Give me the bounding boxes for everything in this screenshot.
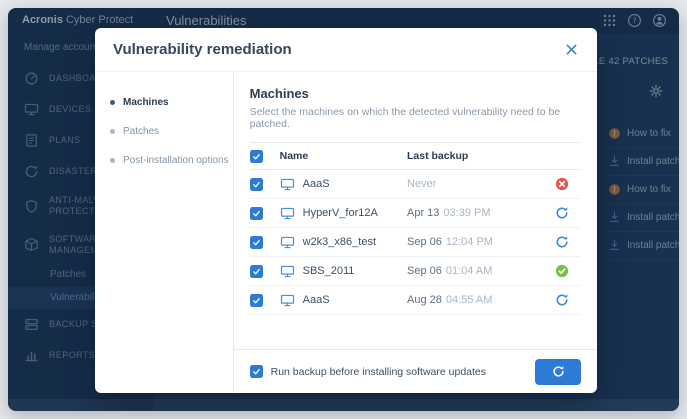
sync-icon xyxy=(552,365,565,378)
status-running-icon xyxy=(555,293,569,307)
modal-steps: Machines Patches Post-installation options xyxy=(95,72,234,393)
machine-icon xyxy=(280,264,295,279)
last-backup-date: Apr 13 xyxy=(407,207,439,219)
select-all-checkbox[interactable] xyxy=(250,150,263,163)
machine-name-cell: SBS_2011 xyxy=(280,264,407,279)
proceed-button[interactable] xyxy=(535,359,581,385)
modal-header: Vulnerability remediation xyxy=(95,28,597,72)
table-header: Name Last backup xyxy=(250,142,581,170)
machine-name: AaaS xyxy=(303,178,330,190)
column-last-backup: Last backup xyxy=(407,150,555,162)
last-backup-cell: Apr 13 03:39 PM xyxy=(407,207,555,219)
machines-table-body: AaaS Never HyperV_for12A Apr 13 03:39 PM w2k3… xyxy=(250,170,581,315)
step-dot xyxy=(110,129,115,134)
machine-name: SBS_2011 xyxy=(303,265,355,277)
status-running-icon xyxy=(555,235,569,249)
column-name: Name xyxy=(280,150,407,162)
step-patches[interactable]: Patches xyxy=(95,117,233,146)
step-label: Patches xyxy=(123,126,159,137)
machine-name-cell: AaaS xyxy=(280,177,407,192)
row-checkbox[interactable] xyxy=(250,265,263,278)
run-backup-label: Run backup before installing software up… xyxy=(271,366,486,378)
machine-icon xyxy=(280,293,295,308)
close-icon[interactable] xyxy=(564,42,579,57)
table-row[interactable]: AaaS Aug 28 04:55 AM xyxy=(250,286,581,315)
screen: AcronisCyber Protect Vulnerabilities ? M… xyxy=(0,0,687,419)
machine-icon xyxy=(280,206,295,221)
status-error-icon xyxy=(555,177,569,191)
machine-icon xyxy=(280,177,295,192)
machine-name: HyperV_for12A xyxy=(303,207,378,219)
run-backup-option: Run backup before installing software up… xyxy=(250,365,486,378)
machines-section: Machines Select the machines on which th… xyxy=(234,72,597,349)
row-checkbox[interactable] xyxy=(250,294,263,307)
row-checkbox[interactable] xyxy=(250,236,263,249)
machine-name: w2k3_x86_test xyxy=(303,236,376,248)
step-label: Machines xyxy=(123,97,169,108)
last-backup-time: 04:55 AM xyxy=(446,294,492,306)
machine-name-cell: AaaS xyxy=(280,293,407,308)
table-row[interactable]: AaaS Never xyxy=(250,170,581,199)
modal-title: Vulnerability remediation xyxy=(113,41,292,58)
last-backup-cell: Never xyxy=(407,178,555,190)
step-dot xyxy=(110,100,115,105)
last-backup-time: 03:39 PM xyxy=(443,207,490,219)
modal-body: Machines Patches Post-installation options… xyxy=(95,72,597,393)
modal-content: Machines Select the machines on which th… xyxy=(234,72,597,393)
last-backup-value: Never xyxy=(407,178,436,190)
step-post-installation-options[interactable]: Post-installation options xyxy=(95,146,233,175)
last-backup-date: Sep 06 xyxy=(407,236,442,248)
row-checkbox[interactable] xyxy=(250,207,263,220)
last-backup-date: Sep 06 xyxy=(407,265,442,277)
step-label: Post-installation options xyxy=(123,155,229,166)
step-machines[interactable]: Machines xyxy=(95,88,233,117)
last-backup-cell: Sep 06 01:04 AM xyxy=(407,265,555,277)
step-dot xyxy=(110,158,115,163)
section-heading: Machines xyxy=(250,86,581,101)
table-row[interactable]: SBS_2011 Sep 06 01:04 AM xyxy=(250,257,581,286)
status-ok-icon xyxy=(555,264,569,278)
row-checkbox[interactable] xyxy=(250,178,263,191)
machine-icon xyxy=(280,235,295,250)
last-backup-cell: Sep 06 12:04 PM xyxy=(407,236,555,248)
section-description: Select the machines on which the detecte… xyxy=(250,106,581,130)
app-window: AcronisCyber Protect Vulnerabilities ? M… xyxy=(8,8,679,411)
last-backup-date: Aug 28 xyxy=(407,294,442,306)
modal-footer: Run backup before installing software up… xyxy=(234,349,597,393)
last-backup-time: 01:04 AM xyxy=(446,265,492,277)
status-running-icon xyxy=(555,206,569,220)
last-backup-time: 12:04 PM xyxy=(446,236,493,248)
last-backup-cell: Aug 28 04:55 AM xyxy=(407,294,555,306)
vulnerability-remediation-modal: Vulnerability remediation Machines Patche… xyxy=(95,28,597,393)
machine-name-cell: HyperV_for12A xyxy=(280,206,407,221)
machine-name: AaaS xyxy=(303,294,330,306)
table-row[interactable]: w2k3_x86_test Sep 06 12:04 PM xyxy=(250,228,581,257)
table-row[interactable]: HyperV_for12A Apr 13 03:39 PM xyxy=(250,199,581,228)
machine-name-cell: w2k3_x86_test xyxy=(280,235,407,250)
run-backup-checkbox[interactable] xyxy=(250,365,263,378)
